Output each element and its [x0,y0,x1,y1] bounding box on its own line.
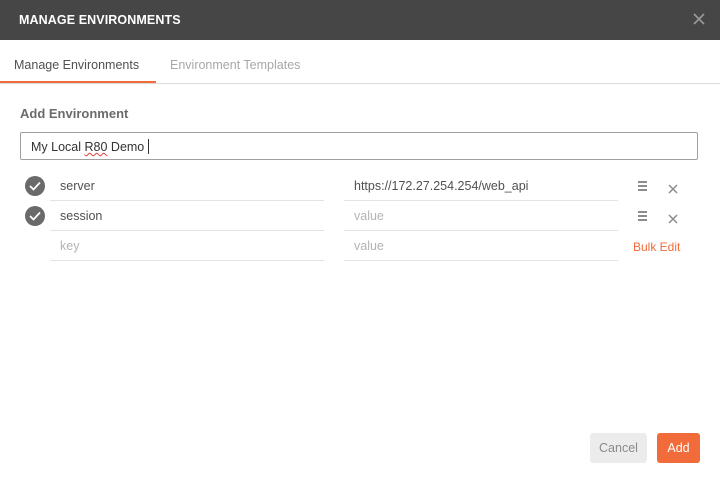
variable-value-field[interactable]: value [344,202,618,231]
enable-checkbox[interactable] [25,206,45,226]
dialog-title: MANAGE ENVIRONMENTS [19,13,181,27]
bulk-edit-link[interactable]: Bulk Edit [633,240,680,254]
delete-icon[interactable] [668,211,678,224]
variable-row: server https://172.27.254.254/web_api [0,172,720,202]
tab-manage-environments[interactable]: Manage Environments [14,58,139,72]
variable-row: session value [0,202,720,232]
check-icon [29,211,41,221]
variable-value-field[interactable]: https://172.27.254.254/web_api [344,172,618,201]
add-button[interactable]: Add [657,433,700,463]
section-title: Add Environment [20,106,129,121]
environment-name-input[interactable]: My Local R80 Demo [20,132,698,160]
cancel-button[interactable]: Cancel [590,433,647,463]
new-key-field[interactable]: key [50,232,324,261]
menu-icon[interactable] [638,211,647,221]
menu-icon[interactable] [638,181,647,191]
text-caret [148,139,150,154]
variable-key-field[interactable]: session [50,202,324,231]
tab-environment-templates[interactable]: Environment Templates [170,58,300,72]
variable-key-field[interactable]: server [50,172,324,201]
delete-icon[interactable] [668,181,678,194]
new-variable-row: key value Bulk Edit [0,232,720,262]
dialog-titlebar: MANAGE ENVIRONMENTS [0,0,720,40]
environment-name-misspelled-word: R80 [84,140,108,154]
environment-name-prefix: My Local [31,140,85,154]
enable-checkbox[interactable] [25,176,45,196]
active-tab-indicator [0,81,156,83]
tab-bar: Manage Environments Environment Template… [0,40,720,84]
environment-name-suffix: Demo [107,140,145,154]
close-icon[interactable] [692,12,706,26]
new-value-field[interactable]: value [344,232,618,261]
check-icon [29,181,41,191]
